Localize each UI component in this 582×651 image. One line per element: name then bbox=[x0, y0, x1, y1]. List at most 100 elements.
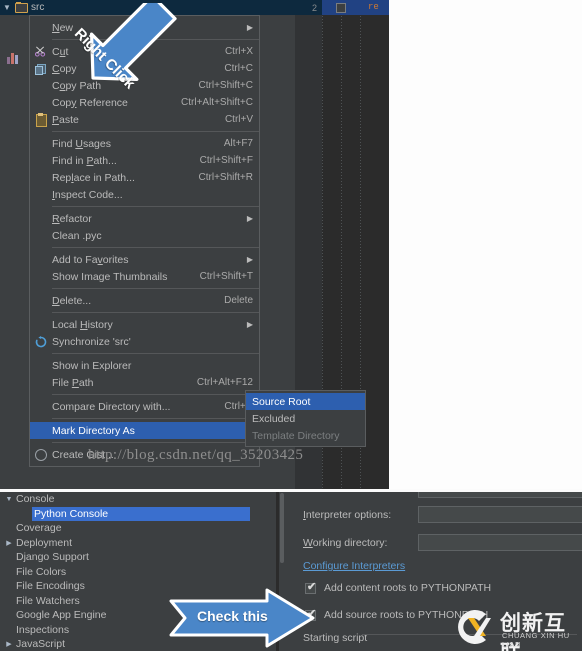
menu-icon-none bbox=[30, 211, 52, 226]
menu-label: Mark Directory As bbox=[52, 424, 135, 437]
settings-tree-item-file-watchers[interactable]: File Watchers bbox=[0, 594, 276, 609]
settings-tree-item-inspections[interactable]: Inspections bbox=[0, 623, 276, 638]
submenu-item-template-directory: Template Directory bbox=[246, 427, 365, 444]
menu-label: Inspect Code... bbox=[52, 188, 123, 201]
submenu-label: Excluded bbox=[252, 412, 296, 425]
menu-label: Synchronize 'src' bbox=[52, 335, 131, 348]
menu-item-find-in-path[interactable]: Find in Path... Ctrl+Shift+F bbox=[30, 152, 259, 169]
folder-icon bbox=[14, 2, 28, 13]
settings-tree-scrollbar[interactable] bbox=[279, 492, 285, 651]
configure-interpreters-link[interactable]: Configure Interpreters bbox=[303, 560, 405, 572]
menu-item-file-path[interactable]: File Path Ctrl+Alt+F12 bbox=[30, 374, 259, 391]
gist-icon bbox=[30, 447, 52, 462]
copy-icon bbox=[30, 61, 52, 76]
menu-icon-none bbox=[30, 170, 52, 185]
menu-item-compare-directory[interactable]: Compare Directory with... Ctrl+D bbox=[30, 398, 259, 415]
project-tree-node-label: src bbox=[31, 2, 45, 13]
menu-item-new[interactable]: New ▶ bbox=[30, 19, 259, 36]
interpreter-options-input[interactable] bbox=[418, 506, 582, 523]
menu-item-inspect-code[interactable]: Inspect Code... bbox=[30, 186, 259, 203]
submenu-item-source-root[interactable]: Source Root bbox=[246, 393, 365, 410]
checkbox-box[interactable]: ✔ bbox=[305, 608, 316, 621]
context-menu[interactable]: New ▶ Cut Ctrl+X Copy Ctrl+C Copy Path C… bbox=[29, 15, 260, 467]
settings-tree-label: Coverage bbox=[16, 522, 62, 535]
menu-icon-none bbox=[30, 252, 52, 267]
menu-label: Copy bbox=[52, 62, 77, 75]
menu-icon-none bbox=[30, 269, 52, 284]
menu-item-mark-directory-as[interactable]: Mark Directory As ▶ bbox=[30, 422, 259, 439]
menu-item-copy-reference[interactable]: Copy Reference Ctrl+Alt+Shift+C bbox=[30, 94, 259, 111]
settings-tree-item-coverage[interactable]: Coverage bbox=[0, 521, 276, 536]
menu-separator bbox=[52, 418, 259, 419]
menu-item-delete[interactable]: Delete... Delete bbox=[30, 292, 259, 309]
working-directory-row: Working directory: bbox=[287, 534, 582, 554]
menu-label: Replace in Path... bbox=[52, 171, 135, 184]
settings-tree-label: File Watchers bbox=[16, 594, 80, 607]
settings-tree[interactable]: ▼ Console Python Console Coverage ▶ Depl… bbox=[0, 492, 276, 651]
cut-off-field-input[interactable] bbox=[418, 492, 582, 498]
menu-icon-none bbox=[30, 399, 52, 414]
settings-tree-item-google-app-engine[interactable]: Google App Engine bbox=[0, 608, 276, 623]
menu-label: Copy Path bbox=[52, 79, 102, 92]
settings-tree-label: Google App Engine bbox=[16, 609, 107, 622]
scissors-icon-svg bbox=[35, 46, 46, 57]
settings-tree-item-console[interactable]: ▼ Console bbox=[0, 492, 276, 507]
checkbox-label: Add content roots to PYTHONPATH bbox=[324, 582, 492, 594]
checkbox-box[interactable]: ✔ bbox=[305, 581, 316, 594]
chevron-right-icon[interactable]: ▶ bbox=[2, 640, 16, 648]
menu-label: Delete... bbox=[52, 294, 92, 307]
settings-tree-label: File Encodings bbox=[16, 580, 85, 593]
statistics-icon bbox=[7, 52, 21, 64]
chevron-right-icon: ▶ bbox=[246, 214, 253, 223]
menu-separator bbox=[52, 312, 259, 313]
menu-label: Refactor bbox=[52, 212, 92, 225]
menu-accelerator: Ctrl+X bbox=[224, 46, 253, 57]
submenu-item-excluded[interactable]: Excluded bbox=[246, 410, 365, 427]
menu-item-replace-in-path[interactable]: Replace in Path... Ctrl+Shift+R bbox=[30, 169, 259, 186]
settings-tree-item-django-support[interactable]: Django Support bbox=[0, 550, 276, 565]
settings-tree-item-file-encodings[interactable]: File Encodings bbox=[0, 579, 276, 594]
working-directory-input[interactable] bbox=[418, 534, 582, 551]
chevron-down-icon[interactable]: ▼ bbox=[2, 496, 16, 503]
logo-text-pinyin: CHUANG XIN HU LIAN bbox=[502, 631, 570, 649]
settings-tree-item-deployment[interactable]: ▶ Deployment bbox=[0, 536, 276, 551]
settings-tree-item-javascript[interactable]: ▶ JavaScript bbox=[0, 637, 276, 651]
chevron-down-icon[interactable]: ▼ bbox=[0, 3, 14, 12]
menu-icon-none bbox=[30, 153, 52, 168]
menu-accelerator: Ctrl+Alt+Shift+C bbox=[181, 97, 253, 108]
scissors-icon bbox=[30, 44, 52, 59]
menu-label: New bbox=[52, 21, 74, 34]
menu-item-cut[interactable]: Cut Ctrl+X bbox=[30, 43, 259, 60]
menu-label: Find in Path... bbox=[52, 154, 117, 167]
menu-item-paste[interactable]: Paste Ctrl+V bbox=[30, 111, 259, 128]
menu-icon-none bbox=[30, 78, 52, 93]
menu-separator bbox=[52, 247, 259, 248]
menu-item-show-in-explorer[interactable]: Show in Explorer bbox=[30, 357, 259, 374]
menu-accelerator: Ctrl+V bbox=[224, 114, 253, 125]
settings-tree-item-file-colors[interactable]: File Colors bbox=[0, 565, 276, 580]
menu-label: Find Usages bbox=[52, 137, 111, 150]
menu-item-find-usages[interactable]: Find Usages Alt+F7 bbox=[30, 135, 259, 152]
chevron-right-icon[interactable]: ▶ bbox=[2, 539, 16, 547]
menu-separator bbox=[52, 353, 259, 354]
menu-accelerator: Delete bbox=[224, 295, 253, 306]
menu-item-local-history[interactable]: Local History ▶ bbox=[30, 316, 259, 333]
settings-tree-label: Django Support bbox=[16, 551, 89, 564]
menu-item-synchronize[interactable]: Synchronize 'src' bbox=[30, 333, 259, 350]
menu-item-add-to-favorites[interactable]: Add to Favorites ▶ bbox=[30, 251, 259, 268]
chevron-right-icon: ▶ bbox=[246, 320, 253, 329]
submenu-mark-directory-as[interactable]: Source Root Excluded Template Directory bbox=[245, 390, 366, 447]
menu-item-show-image-thumbnails[interactable]: Show Image Thumbnails Ctrl+Shift+T bbox=[30, 268, 259, 285]
menu-label: Clean .pyc bbox=[52, 229, 102, 242]
settings-tree-item-python-console[interactable]: Python Console bbox=[0, 506, 276, 522]
fold-marker-icon[interactable] bbox=[336, 3, 346, 13]
menu-item-copy-path[interactable]: Copy Path Ctrl+Shift+C bbox=[30, 77, 259, 94]
menu-item-copy[interactable]: Copy Ctrl+C bbox=[30, 60, 259, 77]
menu-icon-none bbox=[30, 423, 52, 438]
menu-item-refactor[interactable]: Refactor ▶ bbox=[30, 210, 259, 227]
menu-item-clean-pyc[interactable]: Clean .pyc bbox=[30, 227, 259, 244]
menu-accelerator: Ctrl+Shift+R bbox=[198, 172, 253, 183]
menu-icon-none bbox=[30, 317, 52, 332]
menu-accelerator: Ctrl+Shift+T bbox=[199, 271, 253, 282]
project-tree-node-src[interactable]: ▼ src bbox=[0, 0, 295, 15]
